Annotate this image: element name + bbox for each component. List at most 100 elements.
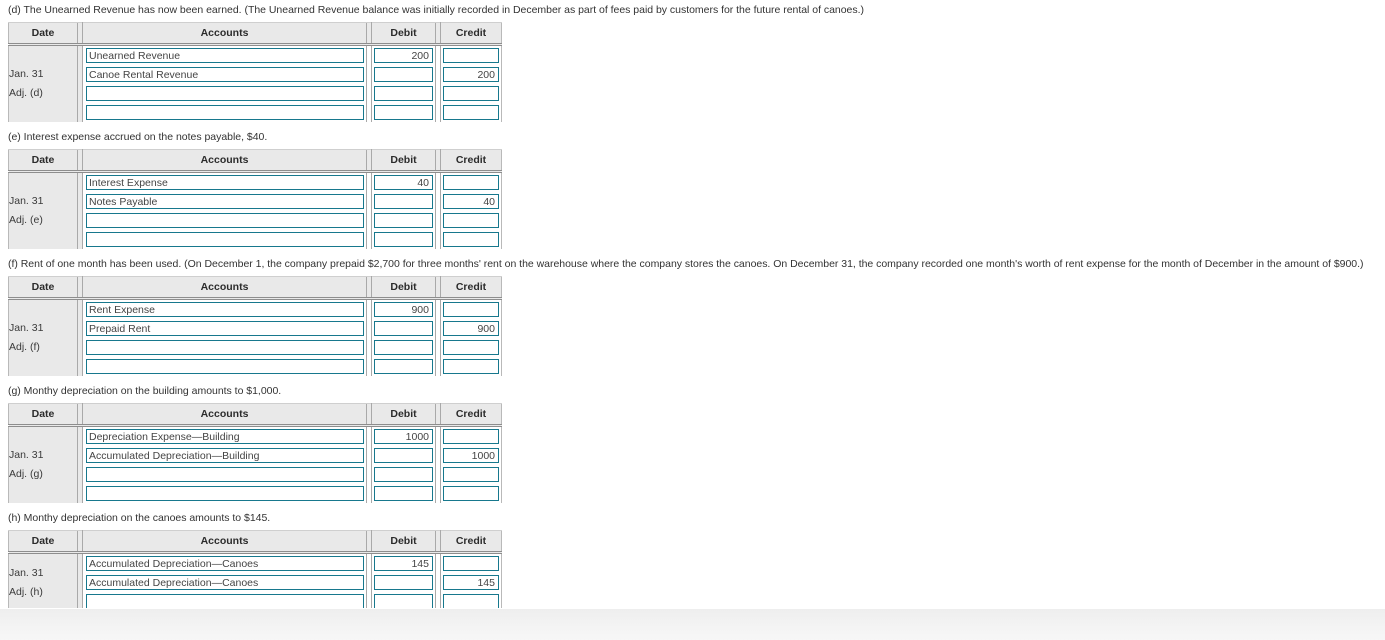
col-header-accounts: Accounts <box>82 276 367 300</box>
date-line: Jan. 31 <box>9 68 44 80</box>
credit-cell <box>441 192 502 211</box>
account-input[interactable] <box>86 48 364 63</box>
col-header-credit: Credit <box>440 530 502 554</box>
debit-input[interactable] <box>374 175 433 190</box>
account-cell <box>83 465 367 484</box>
credit-input[interactable] <box>443 232 499 247</box>
debit-cell <box>372 338 436 357</box>
account-input[interactable] <box>86 302 364 317</box>
account-input[interactable] <box>86 429 364 444</box>
account-input[interactable] <box>86 194 364 209</box>
date-cell: Jan. 31 Adj. (e) <box>8 171 78 249</box>
account-cell <box>83 573 367 592</box>
date-cell: Jan. 31 Adj. (h) <box>8 552 78 611</box>
account-input[interactable] <box>86 594 364 609</box>
journal-entry-worksheet: (d) The Unearned Revenue has now been ea… <box>0 0 1385 611</box>
credit-input[interactable] <box>443 467 499 482</box>
credit-input[interactable] <box>443 448 499 463</box>
debit-input[interactable] <box>374 429 433 444</box>
table-row: Jan. 31 Adj. (f) <box>8 298 502 376</box>
credit-cell <box>441 84 502 103</box>
credit-input[interactable] <box>443 575 499 590</box>
credit-cell <box>441 172 502 193</box>
debit-input[interactable] <box>374 194 433 209</box>
col-header-debit: Debit <box>371 403 436 427</box>
col-header-debit: Debit <box>371 22 436 46</box>
debit-input[interactable] <box>374 486 433 501</box>
col-header-credit: Credit <box>440 22 502 46</box>
account-input[interactable] <box>86 213 364 228</box>
account-input[interactable] <box>86 556 364 571</box>
credit-cell <box>441 211 502 230</box>
journal-table-e: Date Accounts Debit Credit Jan. 31 Adj. … <box>8 149 502 249</box>
account-input[interactable] <box>86 321 364 336</box>
account-input[interactable] <box>86 359 364 374</box>
adjustment-label: Adj. (f) <box>9 341 40 353</box>
account-input[interactable] <box>86 86 364 101</box>
account-input[interactable] <box>86 175 364 190</box>
credit-input[interactable] <box>443 302 499 317</box>
credit-input[interactable] <box>443 194 499 209</box>
credit-input[interactable] <box>443 556 499 571</box>
debit-cell <box>372 553 436 574</box>
prompt-text-h: (h) Monthy depreciation on the canoes am… <box>8 512 271 524</box>
debit-input[interactable] <box>374 48 433 63</box>
debit-input[interactable] <box>374 232 433 247</box>
debit-input[interactable] <box>374 448 433 463</box>
col-header-accounts: Accounts <box>82 149 367 173</box>
debit-input[interactable] <box>374 321 433 336</box>
credit-input[interactable] <box>443 48 499 63</box>
credit-input[interactable] <box>443 175 499 190</box>
col-header-credit: Credit <box>440 149 502 173</box>
journal-table-d: Date Accounts Debit Credit Jan. 31 Adj. … <box>8 22 502 122</box>
account-input[interactable] <box>86 467 364 482</box>
table-row <box>9 103 502 122</box>
account-input[interactable] <box>86 340 364 355</box>
account-input[interactable] <box>86 575 364 590</box>
col-header-date: Date <box>8 149 78 173</box>
credit-input[interactable] <box>443 486 499 501</box>
debit-cell <box>372 446 436 465</box>
credit-input[interactable] <box>443 67 499 82</box>
date-line: Jan. 31 <box>9 566 44 579</box>
debit-input[interactable] <box>374 86 433 101</box>
debit-input[interactable] <box>374 213 433 228</box>
debit-input[interactable] <box>374 302 433 317</box>
credit-input[interactable] <box>443 359 499 374</box>
date-line: Jan. 31 <box>9 449 44 461</box>
date-cell: Jan. 31 Adj. (f) <box>8 298 78 376</box>
credit-input[interactable] <box>443 594 499 609</box>
credit-input[interactable] <box>443 340 499 355</box>
date-line: Jan. 31 <box>9 195 44 207</box>
debit-input[interactable] <box>374 67 433 82</box>
account-cell <box>83 45 367 66</box>
debit-input[interactable] <box>374 594 433 609</box>
debit-cell <box>372 103 436 122</box>
account-input[interactable] <box>86 448 364 463</box>
debit-input[interactable] <box>374 556 433 571</box>
credit-input[interactable] <box>443 429 499 444</box>
debit-input[interactable] <box>374 467 433 482</box>
account-input[interactable] <box>86 232 364 247</box>
credit-cell <box>441 573 502 592</box>
credit-input[interactable] <box>443 321 499 336</box>
credit-input[interactable] <box>443 105 499 120</box>
col-header-accounts: Accounts <box>82 530 367 554</box>
debit-cell <box>372 230 436 249</box>
account-input[interactable] <box>86 105 364 120</box>
debit-input[interactable] <box>374 575 433 590</box>
debit-input[interactable] <box>374 105 433 120</box>
account-input[interactable] <box>86 67 364 82</box>
account-cell <box>83 357 367 376</box>
col-header-date: Date <box>8 403 78 427</box>
adjustment-label: Adj. (d) <box>9 87 43 99</box>
credit-input[interactable] <box>443 86 499 101</box>
debit-input[interactable] <box>374 359 433 374</box>
credit-input[interactable] <box>443 213 499 228</box>
table-row <box>9 484 502 503</box>
table-row: Jan. 31 Adj. (d) <box>8 44 502 122</box>
debit-input[interactable] <box>374 340 433 355</box>
table-row <box>9 338 502 357</box>
table-row <box>9 446 502 465</box>
account-input[interactable] <box>86 486 364 501</box>
